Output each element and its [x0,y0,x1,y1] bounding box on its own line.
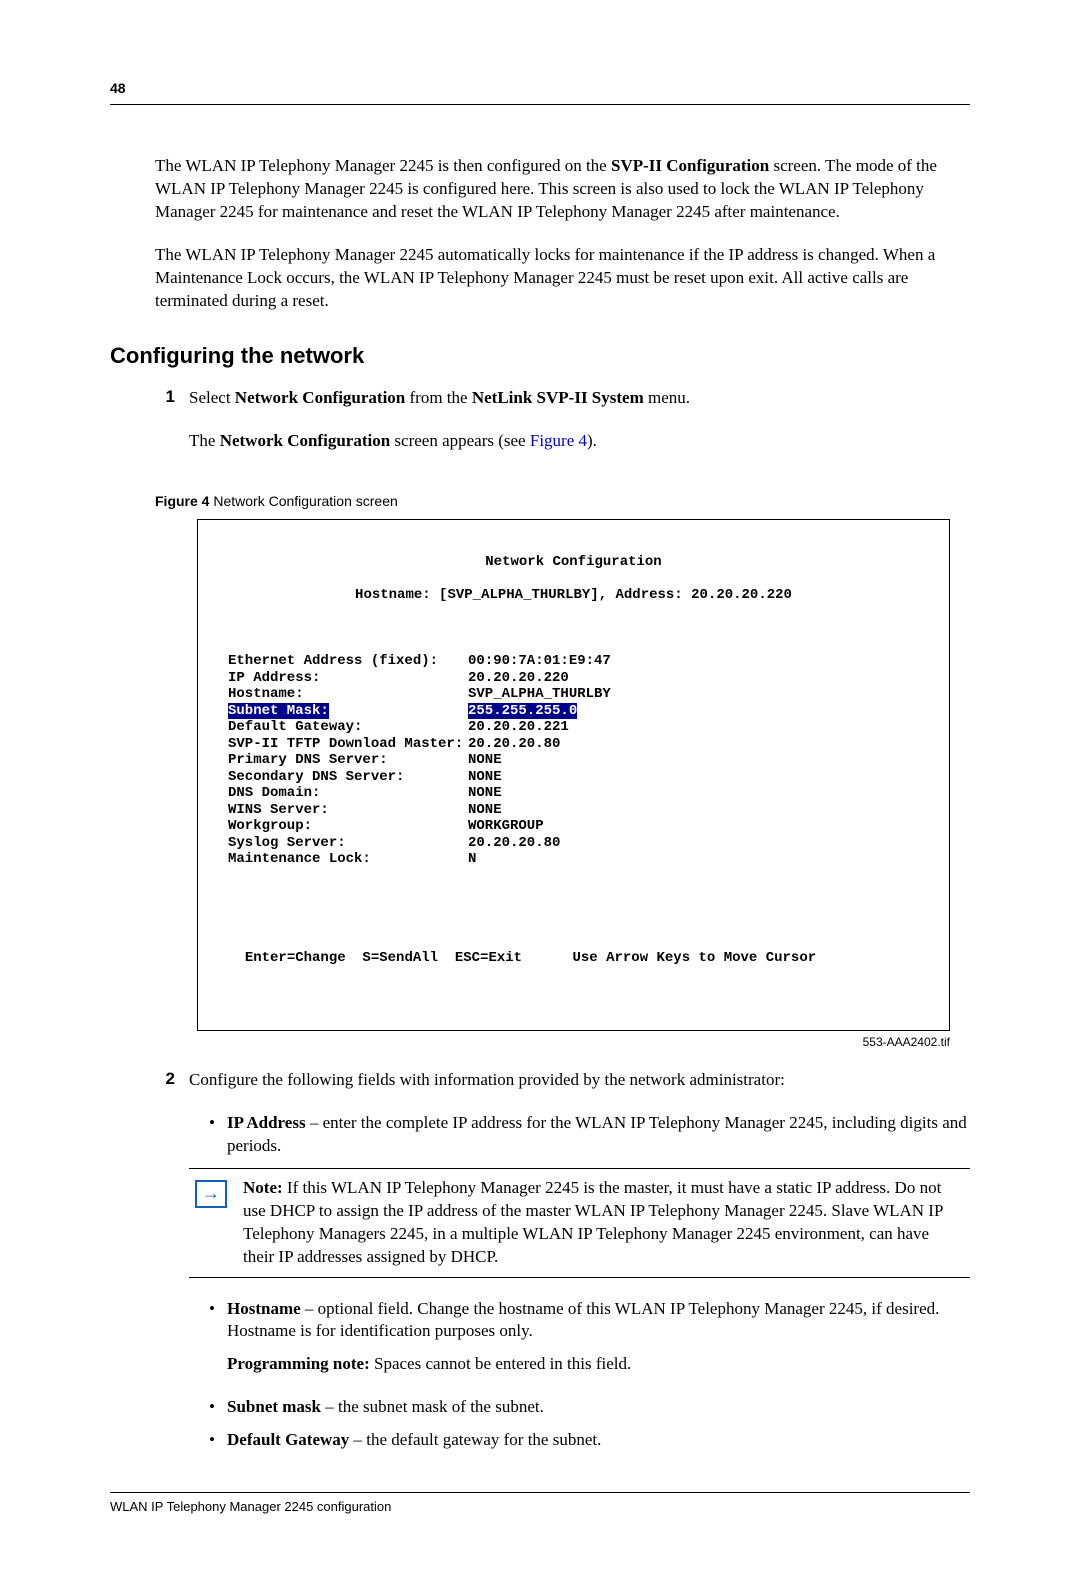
figure-id: 553-AAA2402.tif [155,1035,950,1049]
terminal-row: SVP-II TFTP Download Master:20.20.20.80 [228,736,919,753]
terminal-row: Ethernet Address (fixed):00:90:7A:01:E9:… [228,653,919,670]
terminal-row: Primary DNS Server:NONE [228,752,919,769]
terminal-row: DNS Domain:NONE [228,785,919,802]
bullet-hostname: Hostname – optional field. Change the ho… [209,1298,970,1377]
note-box: → Note: If this WLAN IP Telephony Manage… [189,1168,970,1278]
figure-label: Figure 4 Network Configuration screen [155,493,970,509]
terminal-row: Hostname:SVP_ALPHA_THURLBY [228,686,919,703]
terminal-row: WINS Server:NONE [228,802,919,819]
bullet-ip-address: IP Address – enter the complete IP addre… [209,1112,970,1158]
footer-rule [110,1492,970,1493]
header-rule [110,104,970,105]
bullet-subnet-mask: Subnet mask – the subnet mask of the sub… [209,1396,970,1419]
figure-4-link[interactable]: Figure 4 [530,431,587,450]
bullet-default-gateway: Default Gateway – the default gateway fo… [209,1429,970,1452]
note-arrow-icon: → [195,1180,227,1208]
terminal-row: IP Address:20.20.20.220 [228,670,919,687]
terminal-row: Subnet Mask:255.255.255.0 [228,703,919,720]
paragraph-1: The WLAN IP Telephony Manager 2245 is th… [155,155,970,224]
page-number: 48 [110,80,970,96]
terminal-row: Secondary DNS Server:NONE [228,769,919,786]
step-2: 2 Configure the following fields with in… [155,1069,970,1462]
step-1: 1 Select Network Configuration from the … [155,387,970,473]
footer-text: WLAN IP Telephony Manager 2245 configura… [110,1499,970,1514]
terminal-row: Maintenance Lock:N [228,851,919,868]
terminal-screenshot: Network Configuration Hostname: [SVP_ALP… [197,519,950,1031]
terminal-row: Default Gateway:20.20.20.221 [228,719,919,736]
section-heading: Configuring the network [110,343,970,369]
paragraph-2: The WLAN IP Telephony Manager 2245 autom… [155,244,970,313]
terminal-row: Workgroup:WORKGROUP [228,818,919,835]
terminal-row: Syslog Server:20.20.20.80 [228,835,919,852]
